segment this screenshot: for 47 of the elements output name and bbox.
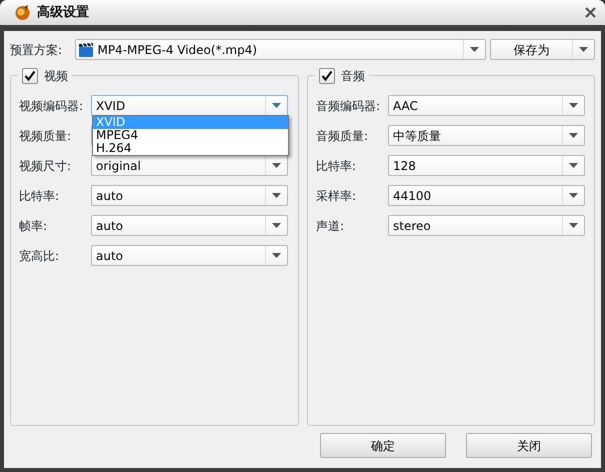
caret-icon [569, 103, 578, 108]
dropdown[interactable]: auto [91, 245, 288, 266]
dialog-button[interactable]: 关闭 [466, 433, 592, 458]
dropdown-option[interactable]: H.264 [93, 142, 288, 155]
group-title: 视频 [44, 68, 68, 85]
field-label: 比特率: [316, 158, 358, 174]
checkbox[interactable] [319, 68, 335, 84]
caret-icon [569, 223, 578, 228]
dropdown[interactable]: stereo [388, 215, 585, 236]
field-label: 视频编码器: [19, 98, 84, 114]
field-label: 比特率: [19, 188, 60, 204]
dropdown[interactable]: 44100 [388, 185, 585, 206]
app-icon [14, 4, 31, 21]
caret-icon [272, 253, 281, 258]
caret-icon [569, 133, 578, 138]
video-clapper-icon [78, 42, 94, 58]
preset-label: 预置方案: [10, 42, 64, 58]
field-label: 采样率: [316, 188, 358, 204]
dialog-button[interactable]: 确定 [320, 433, 446, 458]
field-label: 视频质量: [19, 128, 72, 144]
group-title: 音频 [341, 68, 365, 85]
caret-icon [569, 193, 578, 198]
field-label: 音频质量: [316, 128, 370, 144]
dropdown-option[interactable]: MPEG4 [93, 129, 288, 142]
field-label: 宽高比: [19, 248, 60, 264]
caret-icon [272, 193, 281, 198]
caret-icon [272, 223, 281, 228]
checkbox[interactable] [22, 68, 38, 84]
caret-icon [579, 47, 588, 52]
field-label: 帧率: [19, 218, 48, 234]
caret-icon [569, 163, 578, 168]
field-label: 音频编码器: [316, 98, 382, 114]
dropdown[interactable]: auto [91, 215, 288, 236]
field-label: 声道: [316, 218, 346, 234]
window-title: 高级设置 [37, 4, 89, 22]
caret-icon [272, 163, 281, 168]
save-as-button[interactable]: 保存为 [490, 39, 595, 60]
dropdown[interactable]: AAC [388, 95, 585, 116]
preset-dropdown[interactable]: MP4-MPEG-4 Video(*.mp4) [75, 39, 486, 60]
dropdown[interactable]: auto [91, 185, 288, 206]
dropdown[interactable]: original [91, 155, 288, 176]
dropdown[interactable]: 中等质量 [388, 125, 585, 146]
dropdown[interactable]: 128 [388, 155, 585, 176]
close-icon[interactable] [584, 6, 597, 19]
caret-icon [272, 103, 281, 108]
field-label: 视频尺寸: [19, 158, 72, 174]
caret-icon [470, 47, 479, 52]
